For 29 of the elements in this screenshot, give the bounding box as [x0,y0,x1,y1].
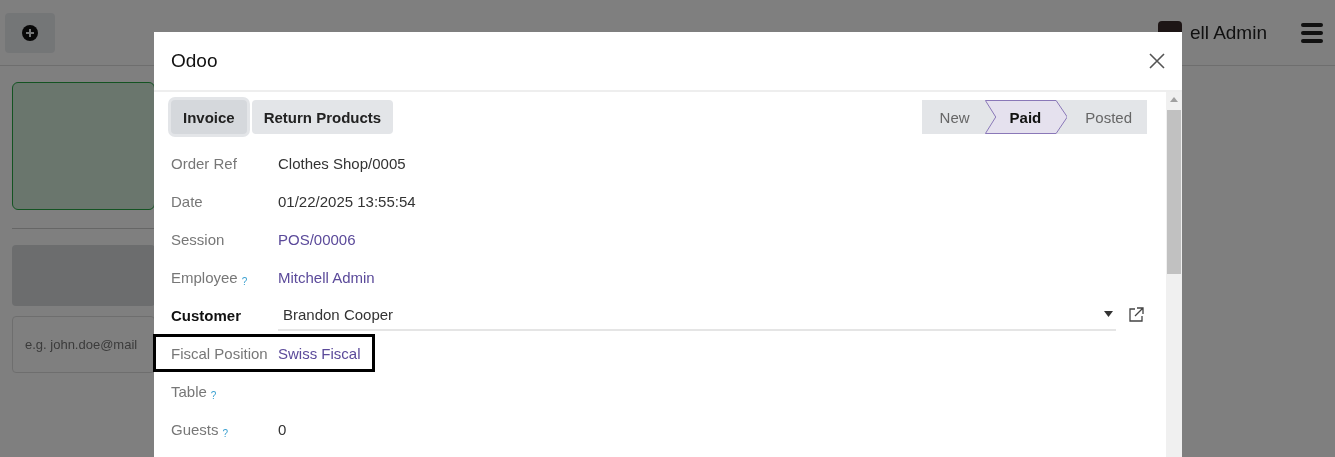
field-link[interactable]: POS/00006 [278,230,356,248]
close-button[interactable] [1148,52,1166,70]
field-value: Clothes Shop/0005 [278,154,406,172]
caret-icon [1104,311,1113,317]
field-label: Order Ref [171,154,237,172]
external-link-icon[interactable] [1128,307,1144,323]
status-step[interactable]: New [921,100,985,134]
status-step[interactable]: Paid [984,100,1068,134]
action-button[interactable]: Invoice [171,100,247,134]
dialog-title: Odoo [171,50,218,72]
user-name[interactable]: ell Admin [1189,21,1267,44]
field-label: Employee [171,268,238,286]
field-label: Customer [171,306,241,324]
field-label: Guests [171,420,219,438]
menu-icon[interactable] [1301,22,1323,43]
field-value: 0 [278,420,287,438]
customer-select[interactable]: Brandon Cooper [278,299,1116,331]
field-label: Fiscal Position [171,344,268,362]
field-label: Table [171,382,207,400]
plus-icon [22,24,38,41]
field-label: Date [171,192,203,210]
status-step[interactable]: Posted [1067,100,1147,134]
field-link[interactable]: Swiss Fiscal [278,344,361,362]
scrollbar[interactable] [1166,92,1182,457]
field-label: Session [171,230,225,248]
add-button[interactable] [5,12,55,53]
action-button[interactable]: Return Products [251,100,394,134]
field-value: 01/22/2025 13:55:54 [278,192,416,210]
field-link[interactable]: Mitchell Admin [278,268,375,286]
